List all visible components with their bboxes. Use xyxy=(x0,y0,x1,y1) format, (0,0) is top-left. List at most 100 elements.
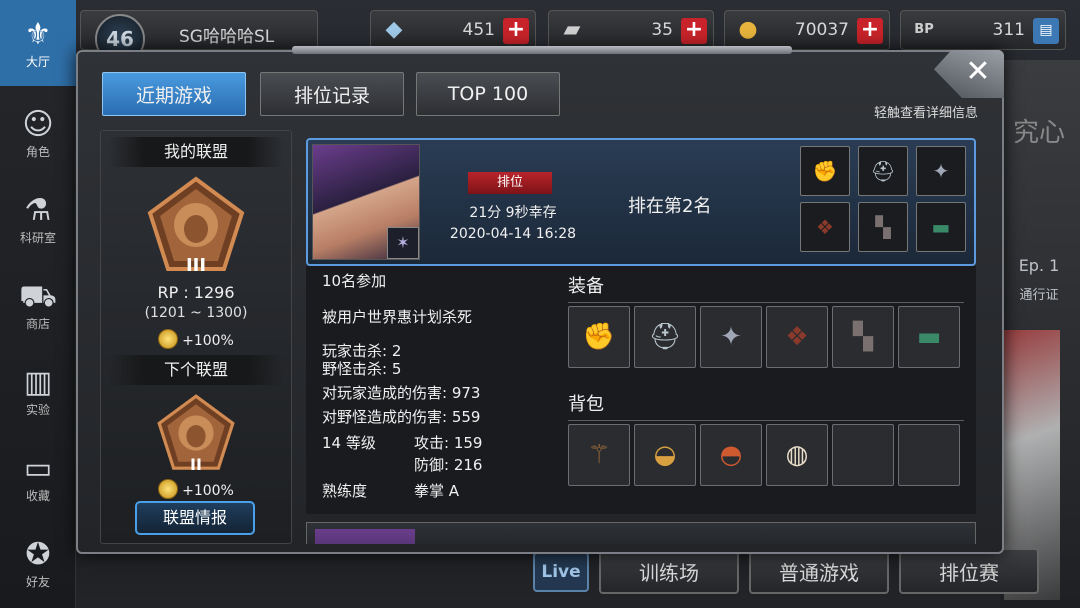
coin-bonus: +100% xyxy=(101,329,291,349)
empty-slot xyxy=(898,424,960,486)
tab-ranked-records[interactable]: 排位记录 xyxy=(260,72,404,116)
survival-time: 21分 9秒幸存 xyxy=(469,205,557,221)
bp-paw-icon: BP xyxy=(914,22,934,37)
gold-coin-icon: ● xyxy=(738,17,758,42)
rp-value: RP : 1296 xyxy=(157,283,235,302)
killed-by: 被用户世界惠计划杀死 xyxy=(322,308,473,326)
normal-game-button[interactable]: 普通游戏 xyxy=(749,548,889,594)
bonus-value: +100% xyxy=(182,333,234,349)
close-button[interactable]: ✕ xyxy=(934,50,1004,98)
monster-kills: 野怪击杀: 5 xyxy=(322,360,402,378)
alliance-info-button[interactable]: 联盟情报 xyxy=(135,501,255,535)
silver-helmet-icon[interactable]: ⛑ xyxy=(634,306,696,368)
detail-hint: 轻触查看详细信息 xyxy=(873,106,978,121)
sidebar-item-friends[interactable]: ✪ 好友 xyxy=(0,520,76,606)
sidebar-item-lab[interactable]: ⚗ 科研室 xyxy=(0,176,76,262)
modal-handle xyxy=(292,46,792,54)
sidebar-item-shop[interactable]: ⛟ 商店 xyxy=(0,262,76,348)
gold-coin-icon xyxy=(158,479,179,499)
left-sidebar: ⚜ 大厅 ☺ 角色 ⚗ 科研室 ⛟ 商店 ▥ 实验 ▭ 收藏 ✪ 好友 xyxy=(0,0,76,608)
character-level: 14 等级 xyxy=(322,434,376,452)
next-tier-numeral: II xyxy=(190,455,202,474)
match-list: ✶ 排位 21分 9秒幸存 2020-04-14 16:28 排在第2名 ✊ ⛑… xyxy=(306,130,978,544)
season-ep-label: Ep. 1 xyxy=(1018,256,1060,275)
match-card-next[interactable] xyxy=(306,522,976,544)
backpack-slots: ⚚ ◒ ◓ ◍ xyxy=(568,424,960,486)
sidebar-item-label: 好友 xyxy=(25,574,50,589)
bottom-mode-buttons: Live 训练场 普通游戏 排位赛 xyxy=(533,548,1039,608)
resource-value: 35 xyxy=(651,20,673,40)
lobby-icon: ⚜ xyxy=(24,16,52,52)
training-button[interactable]: 训练场 xyxy=(599,548,739,594)
live-button[interactable]: Live xyxy=(533,552,589,592)
match-history-modal: 近期游戏 排位记录 TOP 100 ✕ 轻触查看详细信息 我的联盟 III RP… xyxy=(76,46,1004,554)
experiment-icon: ▥ xyxy=(23,364,53,400)
ranked-game-button[interactable]: 排位赛 xyxy=(899,548,1039,594)
participants: 10名参加 xyxy=(322,272,387,290)
player-info[interactable]: 46 SG哈哈哈SL xyxy=(80,10,318,64)
resource-crystal: ◆ 451 + xyxy=(370,10,536,50)
tab-top-100[interactable]: TOP 100 xyxy=(416,72,560,116)
resource-value: 451 xyxy=(462,20,495,40)
sidebar-item-label: 大厅 xyxy=(25,54,50,69)
sidebar-item-label: 商店 xyxy=(25,316,50,331)
green-accessory-icon[interactable]: ▬ xyxy=(898,306,960,368)
resource-gold: ● 70037 + xyxy=(724,10,890,50)
next-coin-bonus: +100% xyxy=(101,479,291,499)
mastery-value: 拳掌 A xyxy=(414,482,460,500)
sidebar-item-label: 收藏 xyxy=(25,488,50,503)
match-date: 2020-04-14 16:28 xyxy=(449,226,577,242)
sidebar-item-character[interactable]: ☺ 角色 xyxy=(0,90,76,176)
battle-pass-label: 通行证 xyxy=(1019,288,1059,303)
bracer-icon[interactable]: ❖ xyxy=(766,306,828,368)
red-gauntlet-icon: ✊ xyxy=(800,146,850,196)
bonus-value: +100% xyxy=(182,483,234,499)
sidebar-item-label: 实验 xyxy=(25,402,50,417)
tab-recent-games[interactable]: 近期游戏 xyxy=(102,72,246,116)
close-icon: ✕ xyxy=(965,54,991,89)
my-tier-numeral: III xyxy=(185,255,207,276)
resource-value: 70037 xyxy=(794,20,849,40)
add-crystal-button[interactable]: + xyxy=(503,18,529,44)
match-rank: 排在第2名 xyxy=(628,196,712,217)
sidebar-item-label: 科研室 xyxy=(19,230,56,245)
red-gauntlet-icon[interactable]: ✊ xyxy=(568,306,630,368)
rp-range: (1201 ~ 1300) xyxy=(144,305,248,321)
lab-flask-icon: ⚗ xyxy=(24,192,52,228)
bp-book-button[interactable]: ▤ xyxy=(1033,18,1059,44)
my-alliance-title: 我的联盟 xyxy=(109,137,283,167)
boots-icon[interactable]: ▚ xyxy=(832,306,894,368)
resource-value: 311 xyxy=(992,20,1025,40)
rice-bowl-icon[interactable]: ◍ xyxy=(766,424,828,486)
branch-material-icon[interactable]: ⚚ xyxy=(568,424,630,486)
soup-bowl-icon[interactable]: ◓ xyxy=(700,424,762,486)
resource-card: ▰ 35 + xyxy=(548,10,714,50)
defense-stat: 防御: 216 xyxy=(414,456,483,474)
sidebar-item-lobby[interactable]: ⚜ 大厅 xyxy=(0,0,76,86)
crystal-icon: ◆ xyxy=(385,17,403,42)
player-name: SG哈哈哈SL xyxy=(179,27,275,47)
gamepad-icon: ✪ xyxy=(25,536,51,572)
add-card-button[interactable]: + xyxy=(681,18,707,44)
character-icon: ☺ xyxy=(22,106,54,142)
sidebar-item-experiment[interactable]: ▥ 实验 xyxy=(0,348,76,434)
armor-plate-icon: ✦ xyxy=(916,146,966,196)
monster-damage: 对野怪造成的伤害: 559 xyxy=(322,408,481,426)
equipment-preview: ✊ ⛑ ✦ ❖ ▚ ▬ xyxy=(800,146,966,252)
green-accessory-icon: ▬ xyxy=(916,202,966,252)
equipment-title: 装备 xyxy=(568,272,964,303)
card-icon: ▰ xyxy=(563,17,581,42)
match-card[interactable]: ✶ 排位 21分 9秒幸存 2020-04-14 16:28 排在第2名 ✊ ⛑… xyxy=(306,138,976,266)
sidebar-item-label: 角色 xyxy=(25,144,50,159)
match-details: 10名参加 被用户世界惠计划杀死 玩家击杀: 2 野怪击杀: 5 对玩家造成的伤… xyxy=(306,266,976,514)
add-gold-button[interactable]: + xyxy=(857,18,883,44)
character-portrait xyxy=(315,529,415,544)
player-damage: 对玩家造成的伤害: 973 xyxy=(322,384,481,402)
match-mode-tag: 排位 xyxy=(468,172,552,194)
bracer-icon: ❖ xyxy=(800,202,850,252)
boots-icon: ▚ xyxy=(858,202,908,252)
sidebar-item-collection[interactable]: ▭ 收藏 xyxy=(0,434,76,520)
noodle-bowl-icon[interactable]: ◒ xyxy=(634,424,696,486)
equipment-slots: ✊ ⛑ ✦ ❖ ▚ ▬ xyxy=(568,306,960,368)
armor-plate-icon[interactable]: ✦ xyxy=(700,306,762,368)
